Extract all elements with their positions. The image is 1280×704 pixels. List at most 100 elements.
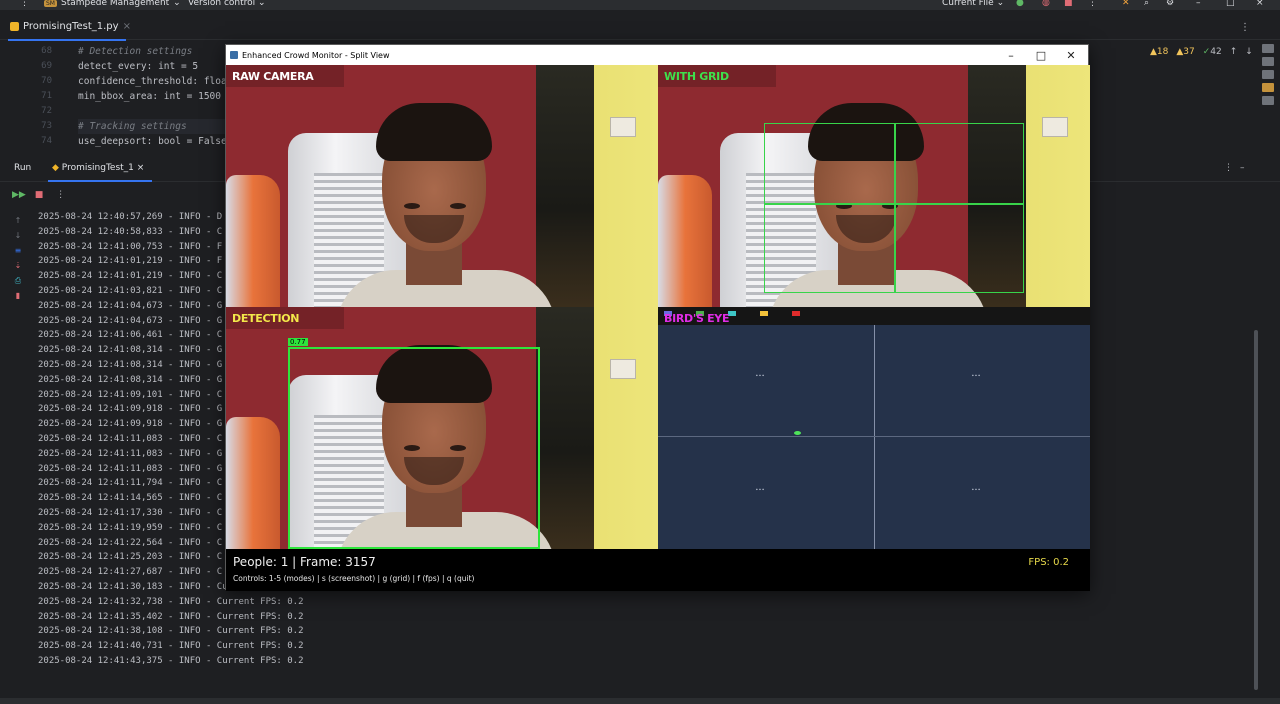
file-tab-promisingtest[interactable]: PromisingTest_1.py × xyxy=(10,21,131,32)
crowd-monitor-window[interactable]: Enhanced Crowd Monitor - Split View – □ … xyxy=(225,44,1090,591)
zone-marker: ∙∙∙ xyxy=(971,487,981,493)
soft-wrap-icon[interactable]: ≡ xyxy=(12,246,24,261)
run-config-selector[interactable]: Current File ⌄ xyxy=(942,0,1004,8)
more-icon[interactable]: ⋮ xyxy=(1088,0,1097,8)
console-line: 2025-08-24 12:41:32,738 - INFO - Current… xyxy=(38,596,304,607)
build-icon[interactable]: ✕ xyxy=(1122,0,1130,8)
scroll-down-icon[interactable]: ↓ xyxy=(12,231,24,246)
project-name: Stampede Management xyxy=(61,0,170,8)
zone-marker: ∙∙∙ xyxy=(971,373,981,379)
line-number: 68 xyxy=(41,46,52,56)
code-line[interactable] xyxy=(78,104,228,119)
console-line: 2025-08-24 12:41:40,731 - INFO - Current… xyxy=(38,641,304,652)
grid-label: WITH GRID xyxy=(664,70,729,83)
run-toolbar: ▶▶ ■ ⋮ xyxy=(12,190,65,200)
window-minimize-button[interactable]: – xyxy=(996,45,1026,65)
python-icon: ◆ xyxy=(52,163,59,173)
grid-line-horizontal xyxy=(764,203,1024,205)
right-tool-strip xyxy=(1262,44,1274,109)
zone-marker: ∙∙∙ xyxy=(755,373,765,379)
line-number-gutter: 68 69 70 71 72 73 74 xyxy=(0,44,60,154)
main-menu-icon[interactable]: ⋮ xyxy=(20,0,29,8)
code-line[interactable]: use_deepsort: bool = False xyxy=(78,134,228,149)
version-control-menu[interactable]: Version control ⌄ xyxy=(188,0,266,8)
line-number: 74 xyxy=(41,136,52,146)
stop-run-icon[interactable]: ■ xyxy=(35,190,44,200)
file-tab-label: PromisingTest_1.py xyxy=(23,21,119,32)
run-icon[interactable]: ● xyxy=(1016,0,1024,8)
status-bar xyxy=(0,698,1280,704)
app-icon xyxy=(230,51,238,59)
tool-icon[interactable] xyxy=(1262,96,1274,105)
close-icon[interactable]: × xyxy=(1256,0,1264,8)
print-icon[interactable]: ⎙ xyxy=(12,276,24,291)
tool-icon[interactable] xyxy=(1262,83,1274,92)
hide-panel-icon[interactable]: – xyxy=(1240,163,1245,173)
people-frame-counter: People: 1 | Frame: 3157 xyxy=(233,555,376,569)
zone-marker: ∙∙∙ xyxy=(755,487,765,493)
debug-icon[interactable]: ◍ xyxy=(1042,0,1050,8)
raw-camera-panel: RAW CAMERA xyxy=(226,65,658,307)
run-tab[interactable]: ◆ PromisingTest_1 × xyxy=(52,163,144,173)
stop-icon[interactable]: ■ xyxy=(1064,0,1073,8)
detection-panel: 0.77 DETECTION xyxy=(226,307,658,549)
editor-tab-bar: PromisingTest_1.py × ⋮ xyxy=(0,18,1280,41)
scroll-end-icon[interactable]: ⇣ xyxy=(12,261,24,276)
detection-label: DETECTION xyxy=(232,312,300,325)
project-selector[interactable]: SM Stampede Management ⌄ xyxy=(44,0,181,8)
warning-icon: ▲18 xyxy=(1150,47,1169,57)
scroll-up-icon[interactable]: ↑ xyxy=(12,216,24,231)
code-line[interactable]: confidence_threshold: float xyxy=(78,74,228,89)
console-line: 2025-08-24 12:41:35,402 - INFO - Current… xyxy=(38,611,304,622)
raw-camera-label: RAW CAMERA xyxy=(232,70,314,83)
window-close-button[interactable]: ✕ xyxy=(1056,45,1086,65)
fps-readout: FPS: 0.2 xyxy=(1028,557,1069,568)
window-title-bar[interactable]: Enhanced Crowd Monitor - Split View – □ … xyxy=(226,45,1088,65)
tool-icon[interactable] xyxy=(1262,44,1274,53)
check-icon: ✓42 xyxy=(1202,47,1222,57)
code-line[interactable]: detect_every: int = 5 xyxy=(78,59,228,74)
line-number: 71 xyxy=(41,91,52,101)
minimize-icon[interactable]: – xyxy=(1196,0,1201,8)
trash-icon[interactable]: ▮ xyxy=(12,291,24,306)
arrow-up-icon[interactable]: ↑ xyxy=(1230,47,1238,57)
weak-warning-icon: ▲37 xyxy=(1176,47,1195,57)
window-maximize-button[interactable]: □ xyxy=(1026,45,1056,65)
run-label: Run xyxy=(14,163,32,173)
code-line[interactable]: # Detection settings xyxy=(78,44,228,59)
person-marker xyxy=(794,431,801,435)
console-scrollbar[interactable] xyxy=(1254,330,1258,690)
tab-options-icon[interactable]: ⋮ xyxy=(1240,22,1250,33)
search-icon[interactable]: ⌕ xyxy=(1144,0,1149,8)
arrow-down-icon[interactable]: ↓ xyxy=(1245,47,1253,57)
camera-frame xyxy=(226,65,658,307)
run-options-icon[interactable]: ⋮ xyxy=(1224,163,1233,173)
legend-swatch xyxy=(760,311,768,316)
project-badge: SM xyxy=(44,0,57,7)
line-number: 72 xyxy=(41,106,52,116)
window-title: Enhanced Crowd Monitor - Split View xyxy=(242,50,390,60)
grid-panel: WITH GRID xyxy=(658,65,1090,307)
maximize-icon[interactable]: □ xyxy=(1226,0,1235,8)
birds-eye-panel: ∙∙∙ ∙∙∙ ∙∙∙ ∙∙∙ BIRD'S EYE xyxy=(658,307,1090,549)
settings-icon[interactable]: ⚙ xyxy=(1166,0,1174,8)
line-number: 70 xyxy=(41,76,52,86)
zone-divider-horizontal xyxy=(658,436,1090,437)
close-tab-icon[interactable]: × xyxy=(123,21,131,32)
code-line[interactable]: min_bbox_area: int = 1500 xyxy=(78,89,228,104)
console-side-icons: ↑ ↓ ≡ ⇣ ⎙ ▮ xyxy=(12,216,24,306)
code-line[interactable]: # Tracking settings xyxy=(78,119,228,134)
ide-title-bar: ⋮ SM Stampede Management ⌄ Version contr… xyxy=(0,0,1280,10)
detection-bounding-box xyxy=(288,347,540,549)
run-more-icon[interactable]: ⋮ xyxy=(56,190,65,200)
inspection-widget[interactable]: ▲18 ▲37 ✓42 ↑ ↓ xyxy=(1150,47,1253,57)
tool-icon[interactable] xyxy=(1262,57,1274,66)
tool-icon[interactable] xyxy=(1262,70,1274,79)
line-number: 73 xyxy=(41,121,52,131)
rerun-icon[interactable]: ▶▶ xyxy=(12,190,26,200)
controls-help: Controls: 1-5 (modes) | s (screenshot) |… xyxy=(233,574,475,583)
code-editor[interactable]: # Detection settings detect_every: int = … xyxy=(78,44,228,154)
birds-eye-label: BIRD'S EYE xyxy=(664,312,730,325)
legend-swatch xyxy=(792,311,800,316)
detection-confidence: 0.77 xyxy=(288,338,308,346)
